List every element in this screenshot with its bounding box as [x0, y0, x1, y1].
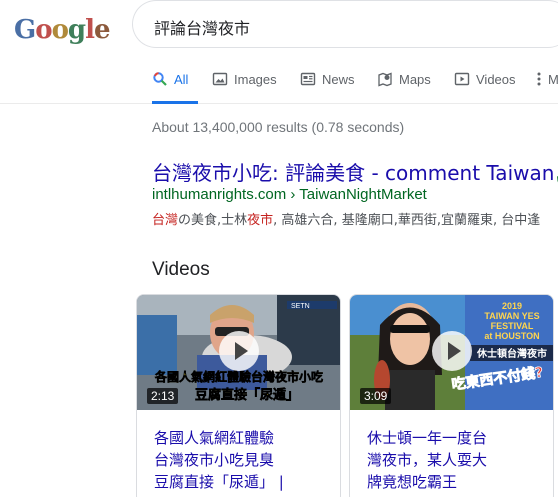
search-box[interactable]: 評論台灣夜市 — [132, 0, 558, 48]
overlay-title: 2019 — [502, 301, 522, 311]
tab-label: Videos — [476, 72, 516, 87]
play-icon — [454, 71, 470, 87]
play-button-icon[interactable] — [218, 330, 259, 371]
search-tabs: All Images News Maps Videos M — [0, 62, 558, 104]
tab-news[interactable]: News — [300, 71, 355, 104]
tab-label: All — [174, 72, 189, 87]
video-duration: 2:13 — [147, 388, 179, 404]
more-vertical-icon — [536, 71, 542, 87]
tab-images[interactable]: Images — [212, 71, 277, 104]
video-title-link[interactable]: 休士頓一年一度台 灣夜市，某人耍大 牌竟想吃霸王 — [367, 427, 547, 493]
logo-letter: o — [51, 15, 69, 45]
overlay-title: at HOUSTON — [484, 331, 539, 341]
video-duration: 3:09 — [360, 388, 392, 404]
logo-letter: e — [93, 15, 111, 45]
video-card[interactable]: SETN 各國人氣網紅體驗台灣夜市小吃 豆腐直接「尿遁」 2:13 各國人氣網紅… — [136, 294, 341, 497]
thumbnail-caption: 各國人氣網紅體驗台灣夜市小吃 — [154, 369, 323, 384]
video-thumbnail[interactable]: SETN 各國人氣網紅體驗台灣夜市小吃 豆腐直接「尿遁」 2:13 — [137, 295, 340, 410]
map-pin-icon — [377, 71, 393, 87]
logo-letter: o — [35, 15, 52, 45]
logo-letter: g — [67, 15, 86, 45]
snippet-text: の美食,士林 — [178, 213, 248, 228]
result-title-link[interactable]: 台灣夜市小吃: 評論美食 - comment Taiwan — [152, 157, 558, 186]
header: Google 評論台灣夜市 — [0, 0, 558, 62]
search-icon — [152, 71, 168, 87]
tab-label: M — [548, 72, 558, 87]
video-title-line: 豆腐直接「尿遁」 | — [154, 473, 284, 491]
overlay-title: FESTIVAL — [491, 321, 534, 331]
result-title-text: 台灣夜市小吃: 評論美食 - comment Taiwan — [152, 161, 555, 185]
search-input[interactable]: 評論台灣夜市 — [154, 15, 250, 39]
overlay-banner: 休士頓台灣夜市 — [476, 347, 547, 360]
logo-wordmark: Google — [14, 15, 111, 45]
video-thumbnail[interactable]: 2019 TAIWAN YES FESTIVAL at HOUSTON 休士頓台… — [350, 295, 553, 410]
image-icon — [212, 71, 228, 87]
video-title-link[interactable]: 各國人氣網紅體驗 台灣夜市小吃見臭 豆腐直接「尿遁」 | — [154, 427, 334, 493]
tab-videos[interactable]: Videos — [454, 71, 516, 104]
result-stats: About 13,400,000 results (0.78 seconds) — [152, 119, 405, 135]
snippet-highlight: 夜市 — [247, 213, 274, 228]
tab-all[interactable]: All — [152, 71, 198, 104]
logo-letter: G — [14, 15, 36, 45]
snippet-text: , 高雄六合, 基隆廟口,華西街,宜蘭羅東, 台中逢 — [273, 213, 541, 228]
channel-tag: SETN — [291, 303, 310, 310]
snippet-highlight: 台灣 — [152, 213, 179, 228]
news-icon — [300, 71, 316, 87]
video-card[interactable]: 2019 TAIWAN YES FESTIVAL at HOUSTON 休士頓台… — [349, 294, 554, 497]
result-snippet: 台灣の美食,士林夜市, 高雄六合, 基隆廟口,華西街,宜蘭羅東, 台中逢 — [152, 209, 540, 228]
play-button-icon[interactable] — [431, 330, 472, 371]
video-title-line: 灣夜市，某人耍大 — [367, 451, 488, 469]
result-url[interactable]: intlhumanrights.com › TaiwanNightMarket — [152, 186, 427, 203]
tab-maps[interactable]: Maps — [377, 71, 431, 104]
google-logo[interactable]: Google — [6, 8, 111, 46]
logo-letter: l — [85, 15, 95, 45]
thumbnail-caption: 豆腐直接「尿遁」 — [195, 387, 299, 403]
tab-more[interactable]: M — [536, 71, 558, 104]
video-title-line: 各國人氣網紅體驗 — [154, 429, 275, 447]
tab-label: Maps — [399, 72, 431, 87]
videos-heading: Videos — [152, 259, 210, 280]
overlay-title: TAIWAN YES — [484, 311, 539, 321]
video-title-line: 休士頓一年一度台 — [367, 429, 488, 447]
tab-label: Images — [234, 72, 277, 87]
video-title-line: 牌竟想吃霸王 — [367, 473, 458, 491]
video-title-line: 台灣夜市小吃見臭 — [154, 451, 275, 469]
tab-label: News — [322, 72, 355, 87]
